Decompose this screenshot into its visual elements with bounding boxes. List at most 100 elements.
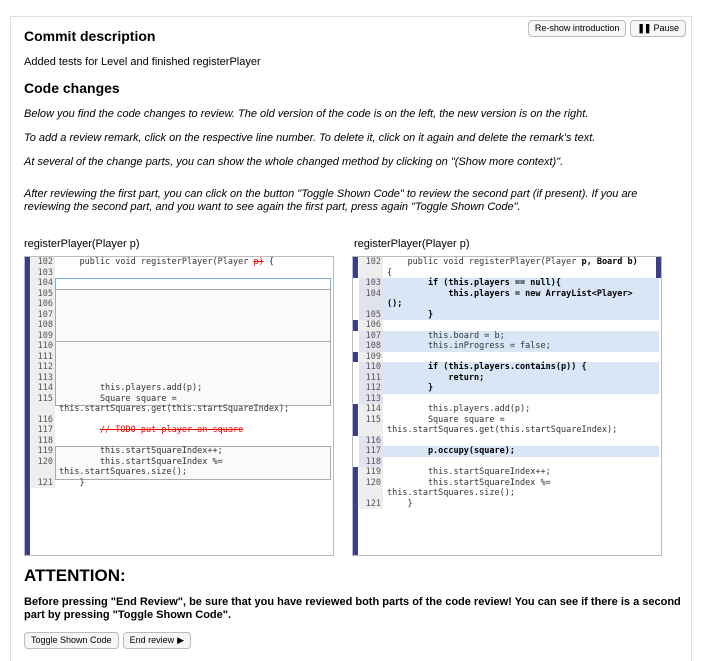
line-number[interactable] <box>359 267 383 278</box>
commit-text: Added tests for Level and finished regis… <box>24 56 261 68</box>
code-line: this.startSquares.get(this.startSquareIn… <box>25 404 333 415</box>
code-segment: { <box>387 267 393 278</box>
line-number[interactable]: 105 <box>31 288 55 299</box>
code-line: 118 <box>353 456 661 467</box>
line-number[interactable]: 119 <box>31 446 55 457</box>
line-number[interactable]: 117 <box>359 446 383 457</box>
code-line: 105 <box>25 288 333 299</box>
line-number[interactable]: 120 <box>31 456 55 467</box>
code-line: 106 <box>353 320 661 331</box>
right-pane-title: registerPlayer(Player p) <box>354 238 470 250</box>
line-number[interactable]: 106 <box>31 299 55 310</box>
reshow-introduction-button[interactable]: Re-show introduction <box>527 20 627 37</box>
line-number[interactable]: 118 <box>31 435 55 446</box>
code-line: { <box>353 267 661 278</box>
line-number[interactable]: 114 <box>31 383 55 394</box>
code-text: this.startSquareIndex %= <box>59 457 331 468</box>
code-changes-heading: Code changes <box>24 80 120 96</box>
code-line: 103 <box>25 267 333 278</box>
line-number[interactable]: 106 <box>359 320 383 331</box>
line-number[interactable]: 112 <box>359 383 383 394</box>
instruction-4: After reviewing the first part, you can … <box>24 188 638 213</box>
line-number[interactable]: 103 <box>31 267 55 278</box>
toggle-shown-code-button[interactable]: Toggle Shown Code <box>24 632 119 649</box>
line-number[interactable]: 110 <box>359 362 383 373</box>
code-segment: this.inProgress = false; <box>387 341 551 351</box>
line-number[interactable] <box>359 488 383 499</box>
line-number[interactable]: 107 <box>31 309 55 320</box>
line-number[interactable]: 104 <box>31 278 55 289</box>
line-number[interactable] <box>359 299 383 310</box>
line-number[interactable]: 112 <box>31 362 55 373</box>
attention-heading: ATTENTION: <box>24 566 126 585</box>
code-line: 108 this.inProgress = false; <box>353 341 661 352</box>
code-line: 115 Square square = <box>353 414 661 425</box>
line-number[interactable]: 109 <box>359 351 383 362</box>
code-line: 107 this.board = b; <box>353 330 661 341</box>
line-number[interactable]: 120 <box>359 477 383 488</box>
play-icon: ▶ <box>177 635 185 645</box>
line-number[interactable]: 121 <box>359 498 383 509</box>
line-number[interactable]: 121 <box>31 477 55 488</box>
code-line: 111 <box>25 351 333 362</box>
line-number[interactable]: 108 <box>31 320 55 331</box>
code-segment: this.players.add(p); <box>387 404 531 414</box>
code-text: } <box>383 383 659 394</box>
code-text: this.board = b; <box>383 330 659 341</box>
line-number[interactable]: 104 <box>359 288 383 299</box>
code-text: this.players = new ArrayList<Player> <box>383 288 659 299</box>
code-line: 103 if (this.players == null){ <box>353 278 661 289</box>
line-number[interactable]: 107 <box>359 330 383 341</box>
code-text: public void registerPlayer(Player p, Boa… <box>387 257 659 268</box>
code-line: 119 this.startSquareIndex++; <box>353 467 661 478</box>
line-number[interactable]: 110 <box>31 341 55 352</box>
line-number[interactable]: 105 <box>359 309 383 320</box>
line-number[interactable]: 102 <box>31 257 55 268</box>
code-segment: this.board = b; <box>387 330 505 341</box>
code-line: 102 public void registerPlayer(Player p)… <box>25 257 333 268</box>
code-text: this.startSquares.size(); <box>59 467 331 478</box>
new-code-pane[interactable]: 102 public void registerPlayer(Player p,… <box>352 256 662 556</box>
line-number[interactable] <box>31 467 55 478</box>
code-segment: } <box>59 477 85 488</box>
code-segment: this.startSquares.size(); <box>59 467 187 477</box>
added-code: (); <box>387 299 403 309</box>
added-code: if (this.players == null){ <box>387 278 561 288</box>
line-number[interactable]: 115 <box>31 393 55 404</box>
line-number[interactable]: 103 <box>359 278 383 289</box>
line-number[interactable]: 115 <box>359 414 383 425</box>
deleted-code: // TODO put player on square <box>99 425 244 435</box>
code-line: 115 Square square = <box>25 393 333 404</box>
code-line: 102 public void registerPlayer(Player p,… <box>353 257 661 268</box>
line-number[interactable]: 109 <box>31 330 55 341</box>
code-segment: this.startSquareIndex++; <box>387 467 551 477</box>
line-number[interactable]: 116 <box>359 435 383 446</box>
added-code: this.players = new ArrayList<Player> <box>387 288 633 299</box>
code-line: 110 <box>25 341 333 352</box>
old-code-pane[interactable]: 102 public void registerPlayer(Player p)… <box>24 256 334 556</box>
line-number[interactable] <box>359 425 383 436</box>
end-review-button[interactable]: End review ▶ <box>122 632 192 649</box>
code-segment: this.startSquareIndex %= <box>387 477 551 488</box>
code-text: this.startSquares.get(this.startSquareIn… <box>387 425 659 436</box>
pause-button[interactable]: ❚❚ Pause <box>630 20 686 37</box>
line-number[interactable]: 111 <box>31 351 55 362</box>
line-number[interactable]: 118 <box>359 456 383 467</box>
line-number[interactable] <box>31 404 55 415</box>
line-number[interactable]: 111 <box>359 372 383 383</box>
code-line: 117 p.occupy(square); <box>353 446 661 457</box>
line-number[interactable]: 102 <box>359 257 383 268</box>
added-code: return; <box>387 372 485 383</box>
added-code: } <box>387 383 434 393</box>
added-code: p.occupy(square); <box>387 446 515 456</box>
line-number[interactable]: 113 <box>31 372 55 383</box>
line-number[interactable]: 119 <box>359 467 383 478</box>
code-text: if (this.players == null){ <box>383 278 659 289</box>
line-number[interactable]: 116 <box>31 414 55 425</box>
instruction-2: To add a review remark, click on the res… <box>24 132 596 144</box>
line-number[interactable]: 117 <box>31 425 55 436</box>
line-number[interactable]: 108 <box>359 341 383 352</box>
line-number[interactable]: 114 <box>359 404 383 415</box>
instruction-3: At several of the change parts, you can … <box>24 156 564 168</box>
line-number[interactable]: 113 <box>359 393 383 404</box>
